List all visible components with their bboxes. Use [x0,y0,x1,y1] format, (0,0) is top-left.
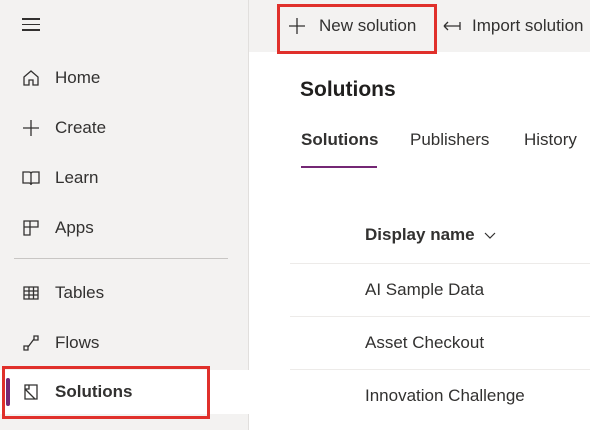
active-tab-indicator [301,166,377,168]
flow-icon [20,332,42,354]
solution-name[interactable]: Innovation Challenge [365,386,525,406]
sidebar-item-flows[interactable]: Flows [0,321,249,365]
solutions-icon [20,381,42,403]
plus-icon [289,18,305,34]
table-icon [20,282,42,304]
book-icon [20,167,42,189]
sidebar-item-learn[interactable]: Learn [0,156,249,200]
sidebar-item-label: Create [55,118,107,137]
tab-solutions[interactable]: Solutions [301,130,378,150]
sidebar-item-tables[interactable]: Tables [0,271,249,315]
chevron-down-icon [484,232,496,239]
sidebar-item-label: Learn [55,168,99,187]
sidebar-item-label: Home [55,68,101,87]
hamburger-menu-icon[interactable] [22,18,40,32]
solution-name[interactable]: AI Sample Data [365,280,484,300]
new-solution-label: New solution [319,16,417,35]
sidebar-item-label: Tables [55,283,105,302]
page-title: Solutions [300,78,396,101]
import-solution-button[interactable]: Import solution [442,8,584,44]
sidebar-item-solutions[interactable]: Solutions [0,370,249,414]
main-content: New solution Import solution Solutions S… [249,0,590,430]
tab-publishers[interactable]: Publishers [410,130,489,150]
command-bar: New solution Import solution [249,0,590,54]
table-row[interactable]: Innovation Challenge [290,369,590,421]
sidebar-item-home[interactable]: Home [0,56,249,100]
table-row[interactable]: AI Sample Data [290,263,590,315]
solution-name[interactable]: Asset Checkout [365,333,484,353]
sidebar-item-label: Solutions [55,382,133,401]
column-header-display-name[interactable]: Display name [365,225,496,245]
import-arrow-icon [443,21,461,31]
nav-divider [14,258,228,259]
plus-icon [20,117,42,139]
tab-history[interactable]: History [524,130,577,150]
column-header-label: Display name [365,225,475,244]
left-nav: Home Create Learn Apps Tables Flows Solu… [0,0,249,430]
sidebar-item-create[interactable]: Create [0,106,249,150]
apps-icon [20,217,42,239]
sidebar-item-label: Apps [55,218,94,237]
sidebar-item-apps[interactable]: Apps [0,206,249,250]
import-solution-label: Import solution [472,16,584,35]
table-row[interactable]: Asset Checkout [290,316,590,368]
selected-indicator [6,378,10,406]
home-icon [20,67,42,89]
sidebar-item-label: Flows [55,333,100,352]
new-solution-button[interactable]: New solution [287,8,416,44]
